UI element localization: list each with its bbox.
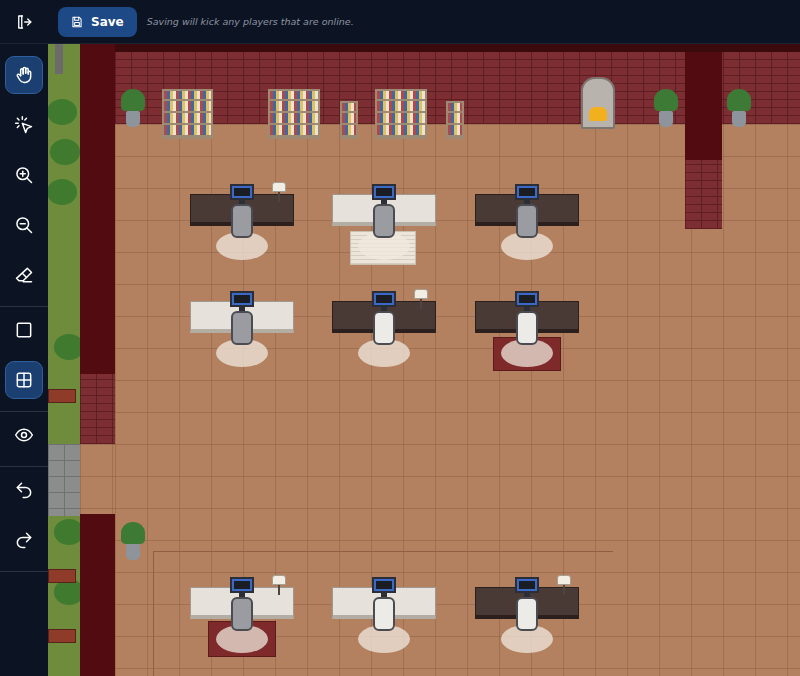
tool-group (0, 412, 48, 467)
fireplace (581, 77, 615, 129)
tool-button[interactable] (5, 256, 43, 294)
tool-group (0, 52, 48, 307)
tool-group (0, 307, 48, 412)
lamp (272, 575, 286, 585)
plant-pot (126, 111, 140, 127)
tool-group (0, 467, 48, 572)
chair (231, 204, 253, 238)
zoom-out-icon (14, 215, 34, 235)
eraser-icon (14, 265, 34, 285)
save-label: Save (91, 15, 124, 29)
tool-button[interactable] (5, 311, 43, 349)
lamp-stand (563, 585, 565, 595)
bush (48, 179, 77, 205)
doorway-floor (80, 444, 115, 514)
plant (727, 89, 751, 111)
map-canvas[interactable] (48, 44, 800, 676)
save-button[interactable]: Save (58, 7, 137, 37)
floppy-icon (70, 15, 84, 29)
select-cursor-icon (14, 115, 34, 135)
plant (121, 89, 145, 111)
monitor (230, 577, 254, 593)
lamp (414, 289, 428, 299)
monitor (230, 184, 254, 200)
lamp-stand (420, 299, 422, 309)
lamp-post (55, 44, 63, 74)
side-brick-wall (80, 374, 115, 444)
lamp-stand (278, 585, 280, 595)
tool-button[interactable] (5, 416, 43, 454)
tool-button[interactable] (5, 56, 43, 94)
chair (516, 204, 538, 238)
flower-box (48, 629, 76, 643)
plant (654, 89, 678, 111)
bookshelf (340, 101, 358, 139)
pillar-brick (685, 160, 722, 229)
save-hint: Saving will kick any players that are on… (147, 16, 354, 27)
chair (516, 311, 538, 345)
bookshelf (446, 101, 464, 139)
stone-path (48, 444, 80, 516)
chair (516, 597, 538, 631)
tool-button[interactable] (5, 156, 43, 194)
monitor (515, 291, 539, 307)
zoom-in-icon (14, 165, 34, 185)
side-wall (80, 44, 115, 374)
monitor (230, 291, 254, 307)
wall-top (115, 44, 800, 52)
top-bar: Save Saving will kick any players that ar… (0, 0, 800, 44)
bush (48, 99, 77, 125)
monitor (515, 577, 539, 593)
plant-pot (126, 544, 140, 560)
plant (121, 522, 145, 544)
bookshelf (375, 89, 427, 139)
plant-pot (659, 111, 673, 127)
bush (50, 139, 80, 165)
flower-box (48, 569, 76, 583)
hand-icon (14, 65, 34, 85)
tool-button[interactable] (5, 471, 43, 509)
side-wall (80, 514, 115, 676)
tool-button[interactable] (5, 206, 43, 244)
monitor (515, 184, 539, 200)
rectangle-icon (14, 320, 34, 340)
redo-icon (14, 530, 34, 550)
lamp (272, 182, 286, 192)
pillar (685, 52, 722, 160)
lamp (557, 575, 571, 585)
monitor (372, 184, 396, 200)
tool-button[interactable] (5, 521, 43, 559)
plant-pot (732, 111, 746, 127)
exit-icon (15, 13, 33, 31)
fire (589, 107, 607, 121)
chair (231, 597, 253, 631)
chair (373, 597, 395, 631)
flower-box (48, 389, 76, 403)
chair (373, 204, 395, 238)
chair (373, 311, 395, 345)
eye-icon (14, 425, 34, 445)
grid-icon (14, 370, 34, 390)
tool-button[interactable] (5, 361, 43, 399)
monitor (372, 291, 396, 307)
bookshelf (162, 89, 213, 139)
monitor (372, 577, 396, 593)
toolbar (0, 44, 48, 676)
undo-icon (14, 480, 34, 500)
exit-button[interactable] (0, 13, 48, 31)
chair (231, 311, 253, 345)
tool-button[interactable] (5, 106, 43, 144)
lamp-stand (278, 192, 280, 202)
bookshelf (268, 89, 320, 139)
